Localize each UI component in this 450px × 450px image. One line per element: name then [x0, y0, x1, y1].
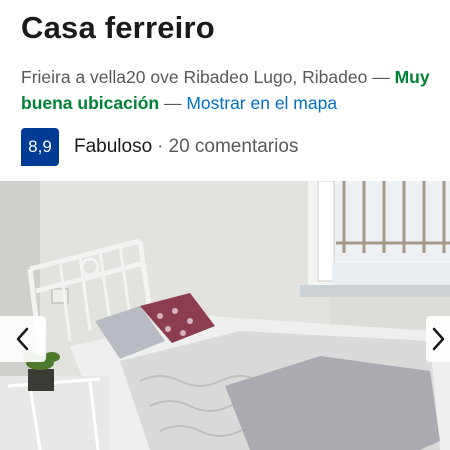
property-photo[interactable]: [0, 181, 450, 450]
show-on-map-link[interactable]: Mostrar en el mapa: [186, 93, 337, 113]
rating-row[interactable]: 8,9 Fabuloso · 20 comentarios: [21, 128, 298, 166]
property-header: Casa ferreiro Frieira a vella20 ove Riba…: [21, 8, 441, 166]
address-separator: —: [372, 67, 390, 87]
chevron-right-icon: [432, 327, 445, 351]
next-photo-button[interactable]: [426, 316, 450, 362]
chevron-left-icon: [16, 327, 29, 351]
bedroom-photo-illustration: [0, 181, 450, 450]
property-address-line: Frieira a vella20 ove Ribadeo Lugo, Riba…: [21, 64, 446, 116]
map-separator: —: [163, 93, 182, 113]
previous-photo-button[interactable]: [0, 316, 46, 362]
review-count-link[interactable]: 20 comentarios: [169, 136, 299, 158]
review-score-badge: 8,9: [21, 128, 59, 166]
rating-dot: ·: [157, 136, 164, 157]
rating-label: Fabuloso: [74, 136, 153, 157]
property-title: Casa ferreiro: [21, 10, 215, 45]
property-address: Frieira a vella20 ove Ribadeo Lugo, Riba…: [21, 67, 368, 87]
